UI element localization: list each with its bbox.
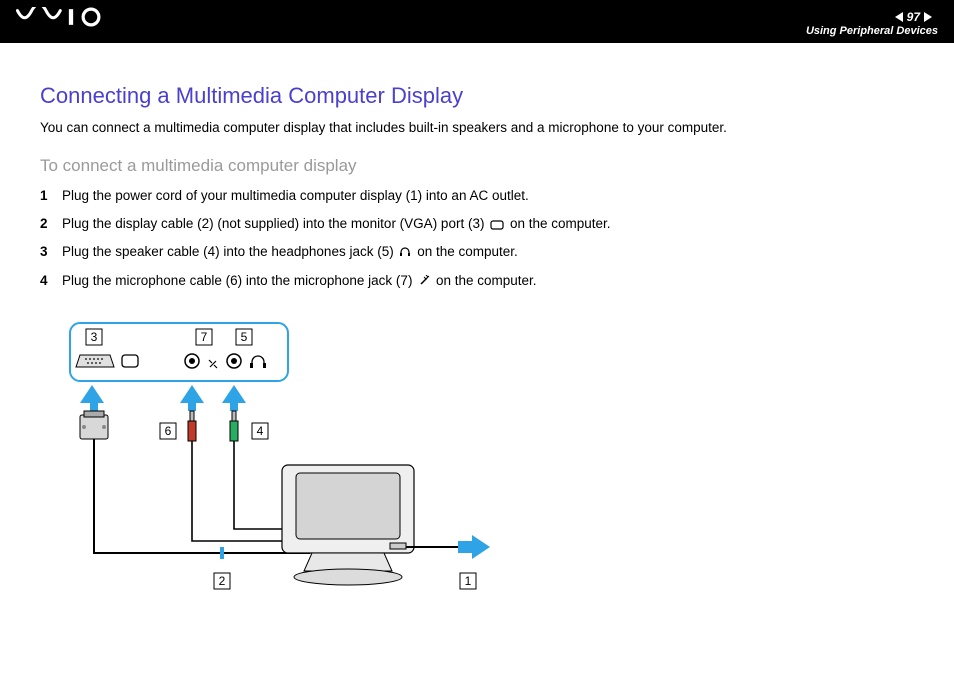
step-number: 3 — [40, 242, 62, 262]
steps-list: 1 Plug the power cord of your multimedia… — [40, 186, 914, 291]
step-text: Plug the display cable (2) (not supplied… — [62, 214, 611, 234]
microphone-plug-icon — [418, 275, 430, 287]
diagram-label-5: 5 — [241, 330, 248, 344]
step-item: 4 Plug the microphone cable (6) into the… — [40, 271, 914, 291]
headphones-icon — [399, 246, 411, 258]
step-number: 1 — [40, 186, 62, 206]
diagram-label-6: 6 — [165, 424, 172, 438]
monitor-port-icon — [490, 220, 504, 230]
step-text: Plug the speaker cable (4) into the head… — [62, 242, 518, 262]
arrow-icon — [458, 535, 490, 559]
vga-connector-icon — [80, 411, 108, 439]
mic-jack-icon — [185, 354, 199, 368]
page-title: Connecting a Multimedia Computer Display — [40, 83, 914, 109]
cable-2 — [94, 439, 310, 553]
headphone-jack-icon — [227, 354, 241, 368]
microphone-plug-icon — [209, 360, 217, 368]
step-item: 2 Plug the display cable (2) (not suppli… — [40, 214, 914, 234]
intro-text: You can connect a multimedia computer di… — [40, 119, 914, 138]
vga-port-icon — [76, 355, 114, 367]
monitor-port-icon — [122, 355, 138, 367]
page-content: Connecting a Multimedia Computer Display… — [0, 43, 954, 630]
step-item: 3 Plug the speaker cable (4) into the he… — [40, 242, 914, 262]
crt-monitor-icon — [282, 465, 414, 585]
section-subtitle: To connect a multimedia computer display — [40, 156, 914, 176]
breadcrumb[interactable]: Using Peripheral Devices — [806, 25, 938, 37]
audio-plug-icon — [188, 411, 238, 441]
arrow-icon — [80, 385, 246, 411]
connection-diagram: 3 7 5 — [60, 315, 914, 610]
step-text: Plug the microphone cable (6) into the m… — [62, 271, 537, 291]
headphones-icon — [250, 356, 266, 368]
step-number: 4 — [40, 271, 62, 291]
step-number: 2 — [40, 214, 62, 234]
diagram-label-2: 2 — [219, 574, 226, 588]
diagram-label-7: 7 — [201, 330, 208, 344]
vaio-logo — [16, 7, 116, 27]
diagram-label-1: 1 — [465, 574, 472, 588]
step-item: 1 Plug the power cord of your multimedia… — [40, 186, 914, 206]
diagram-label-4: 4 — [257, 424, 264, 438]
diagram-label-3: 3 — [91, 330, 98, 344]
step-text: Plug the power cord of your multimedia c… — [62, 186, 529, 206]
